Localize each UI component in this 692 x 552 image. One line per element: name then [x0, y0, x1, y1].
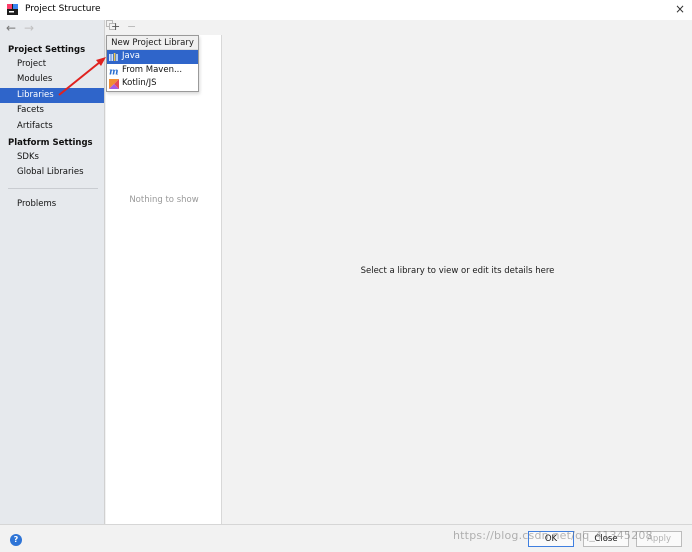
window-title: Project Structure — [25, 4, 101, 14]
project-settings-header: Project Settings — [8, 45, 86, 55]
library-list[interactable]: Nothing to show — [106, 35, 222, 524]
sidebar-item-libraries[interactable]: Libraries — [0, 88, 104, 103]
popup-item-kotlin-js[interactable]: Kotlin/JS — [107, 77, 198, 91]
back-arrow-icon[interactable]: ← — [6, 22, 16, 34]
platform-settings-header: Platform Settings — [8, 138, 93, 148]
help-icon[interactable]: ? — [10, 534, 22, 546]
popup-item-java[interactable]: Java — [107, 50, 198, 64]
popup-item-label: Java — [122, 51, 140, 61]
popup-item-label: From Maven... — [122, 64, 183, 75]
popup-header: New Project Library — [107, 36, 198, 50]
sidebar-item-modules[interactable]: Modules — [0, 72, 104, 87]
maven-icon: m — [109, 67, 119, 76]
sidebar-item-global-libraries[interactable]: Global Libraries — [0, 165, 104, 180]
sidebar-item-artifacts[interactable]: Artifacts — [0, 119, 104, 134]
new-library-popup: New Project Library Java m From Maven...… — [106, 35, 199, 92]
close-window-icon[interactable]: × — [673, 2, 687, 16]
title-bar: Project Structure × — [0, 0, 692, 20]
watermark-text: https://blog.csdn.net/qq_41345208 — [453, 529, 653, 542]
detail-hint-text: Select a library to view or edit its det… — [360, 266, 555, 276]
sidebar-item-project[interactable]: Project — [0, 57, 104, 72]
add-library-icon[interactable]: + — [111, 21, 120, 33]
library-detail-panel: Select a library to view or edit its det… — [223, 20, 692, 524]
popup-item-label: Kotlin/JS — [122, 78, 157, 88]
remove-library-icon[interactable]: − — [127, 21, 136, 33]
svg-text:m: m — [109, 67, 119, 76]
empty-list-text: Nothing to show — [129, 195, 199, 205]
forward-arrow-icon[interactable]: → — [24, 22, 34, 34]
library-toolbar: + − — [106, 20, 222, 35]
sidebar-item-problems[interactable]: Problems — [0, 197, 104, 212]
kotlin-icon — [109, 79, 119, 89]
sidebar-item-sdks[interactable]: SDKs — [0, 150, 104, 165]
intellij-app-icon — [7, 4, 18, 15]
sidebar: ← → Project Settings Project Modules Lib… — [0, 20, 105, 524]
sidebar-item-facets[interactable]: Facets — [0, 103, 104, 118]
popup-item-from-maven[interactable]: m From Maven... — [107, 64, 198, 78]
java-library-icon — [109, 53, 118, 61]
sidebar-divider — [8, 188, 98, 189]
